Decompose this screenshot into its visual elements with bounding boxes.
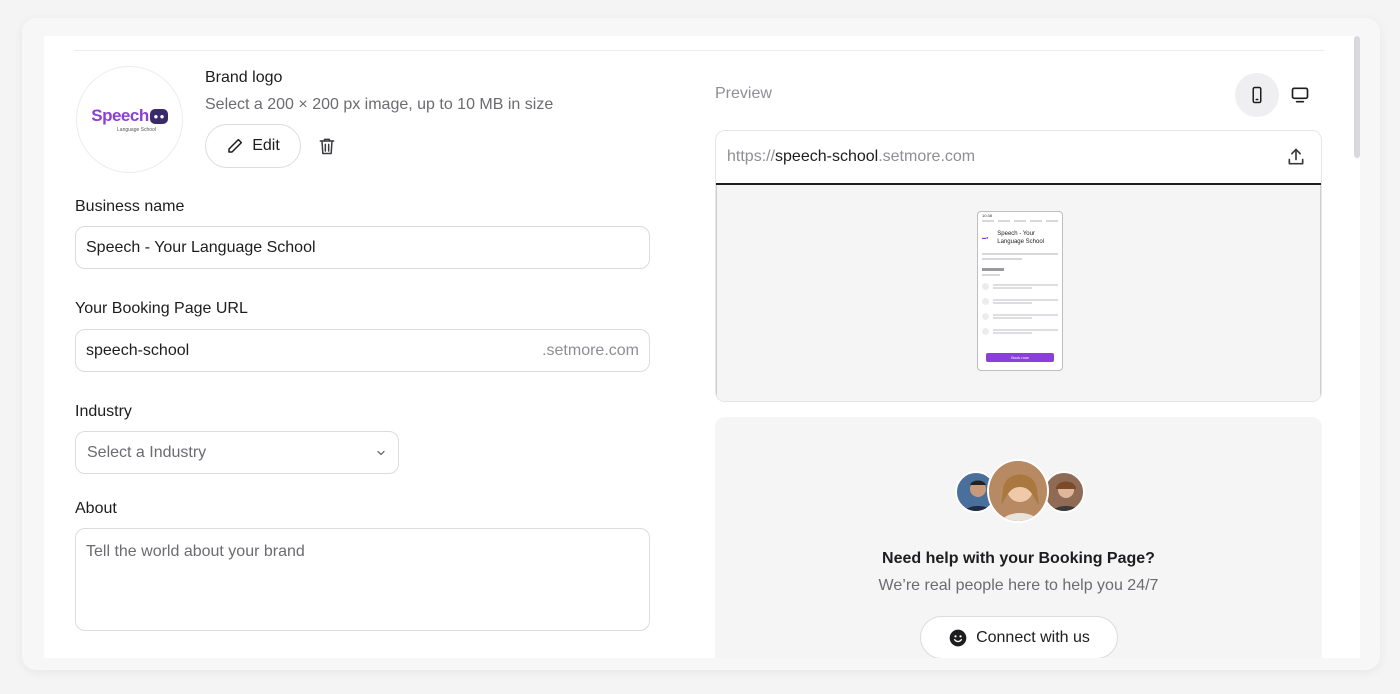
- business-name-label: Business name: [75, 198, 185, 215]
- industry-select[interactable]: Select a Industry: [75, 431, 399, 474]
- edit-logo-button[interactable]: Edit: [205, 124, 301, 168]
- preview-url-bar: https://speech-school .setmore.com: [716, 131, 1321, 185]
- smiley-icon: [949, 629, 967, 646]
- booking-url-input[interactable]: speech-school .setmore.com: [75, 329, 650, 372]
- industry-label: Industry: [75, 403, 132, 420]
- about-label: About: [75, 500, 117, 517]
- preview-label: Preview: [715, 85, 772, 102]
- desktop-icon: [1291, 87, 1309, 103]
- avatar: [1043, 471, 1085, 513]
- help-card: Need help with your Booking Page? We’re …: [715, 417, 1322, 658]
- url-suffix: .setmore.com: [542, 341, 639, 359]
- logo-subtext: Language School: [117, 127, 156, 133]
- scrollbar[interactable]: [1354, 36, 1360, 158]
- about-textarea[interactable]: Tell the world about your brand: [75, 528, 650, 631]
- brand-logo[interactable]: Speech ● ● Language School: [76, 66, 183, 173]
- phone-book-button: Book now: [986, 353, 1054, 362]
- help-title: Need help with your Booking Page?: [882, 550, 1155, 567]
- phone-business-name: Speech - Your Language School: [997, 231, 1044, 245]
- phone-header: ▬● Speech - Your Language School: [978, 224, 1062, 250]
- phone-logo: ▬●: [982, 235, 989, 240]
- logo-wordmark: Speech ● ●: [91, 106, 168, 126]
- divider: [74, 50, 1324, 51]
- preview-canvas: 10:38 ▬● Speech - Your Language School B…: [716, 185, 1321, 401]
- share-icon[interactable]: [1286, 147, 1306, 167]
- brand-logo-hint: Select a 200 × 200 px image, up to 10 MB…: [205, 96, 554, 113]
- avatar: [987, 459, 1049, 523]
- trash-icon[interactable]: [317, 135, 337, 157]
- phone-list-item: [978, 294, 1062, 309]
- settings-page: Speech ● ● Language School Brand logo Se…: [44, 36, 1360, 658]
- support-avatars: [955, 459, 1085, 525]
- mobile-preview-button[interactable]: [1235, 73, 1279, 117]
- pencil-icon: [228, 138, 243, 153]
- mobile-icon: [1252, 86, 1262, 104]
- chat-bubble-icon: ● ●: [149, 108, 168, 124]
- phone-list-item: [978, 309, 1062, 324]
- phone-list-item: [978, 279, 1062, 294]
- phone-list-item: [978, 324, 1062, 339]
- help-subtitle: We’re real people here to help you 24/7: [878, 577, 1159, 594]
- phone-preview: 10:38 ▬● Speech - Your Language School B…: [977, 211, 1063, 371]
- connect-with-us-button[interactable]: Connect with us: [920, 616, 1118, 658]
- business-name-input[interactable]: Speech - Your Language School: [75, 226, 650, 269]
- booking-url-label: Your Booking Page URL: [75, 300, 248, 317]
- chevron-down-icon: [377, 450, 385, 455]
- desktop-preview-button[interactable]: [1278, 73, 1322, 117]
- preview-card: https://speech-school .setmore.com 10:38 …: [715, 130, 1322, 402]
- brand-logo-title: Brand logo: [205, 69, 283, 86]
